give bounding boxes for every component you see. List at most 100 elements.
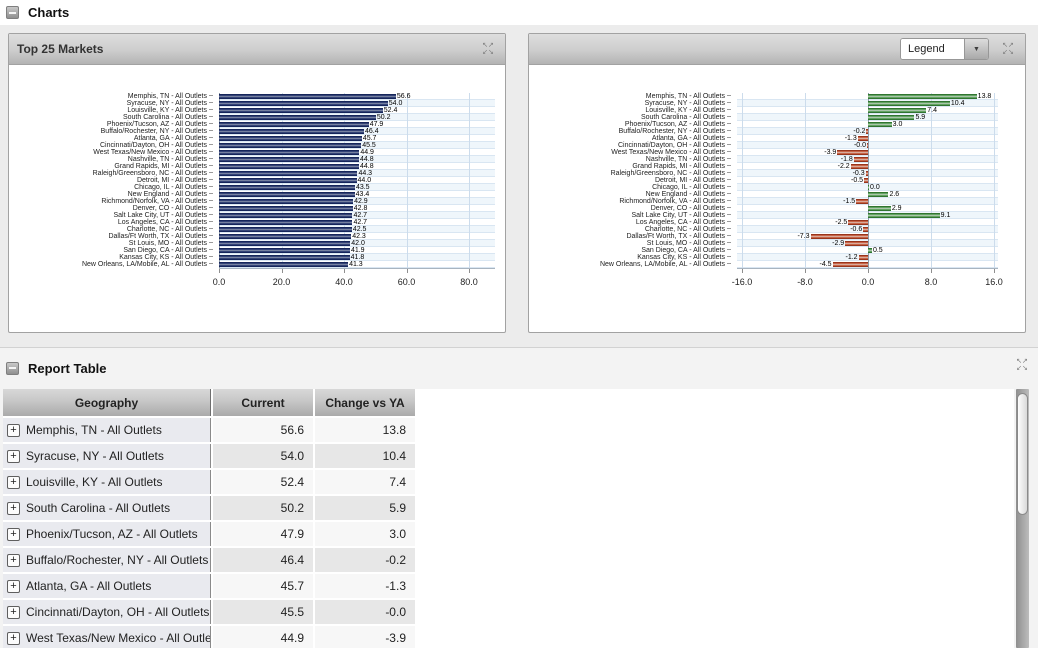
bar-value-label: 43.4 [356, 191, 370, 198]
bar-value-label: -1.8 [841, 156, 853, 163]
maximize-panel-icon[interactable]: ↖↗ ↙↘ [479, 42, 497, 56]
axis-tick [344, 269, 345, 273]
bar [219, 192, 355, 197]
expand-row-button[interactable]: + [7, 528, 20, 541]
geography-cell: + Atlanta, GA - All Outlets [3, 574, 211, 598]
chevron-down-icon: ▼ [973, 46, 980, 53]
axis-tick [868, 269, 869, 273]
geography-cell: +Phoenix/Tucson, AZ - All Outlets [3, 522, 211, 546]
expand-arrows-icon: ↙↘ [1002, 49, 1014, 56]
bar-value-label: 41.8 [351, 254, 365, 261]
bar [219, 234, 351, 239]
bar-value-label: -7.3 [797, 233, 809, 240]
bar [848, 220, 868, 225]
category-label: Phoenix/Tucson, AZ - All Outlets [529, 121, 731, 128]
bar [219, 94, 396, 99]
expand-row-button[interactable]: + [7, 502, 20, 515]
expand-row-button[interactable]: + [7, 606, 20, 619]
collapse-charts-button[interactable] [6, 6, 19, 19]
category-label: Dallas/Ft Worth, TX - All Outlets [9, 233, 213, 240]
category-label: Grand Rapids, MI - All Outlets [529, 163, 731, 170]
bar-value-label: -0.6 [850, 226, 862, 233]
maximize-report-table-icon[interactable]: ↖↗ ↙↘ [1013, 358, 1031, 372]
category-label: New England - All Outlets [529, 191, 731, 198]
bar-value-label: 3.0 [893, 121, 903, 128]
change-vs-ya-bar-chart: Memphis, TN - All OutletsSyracuse, NY - … [529, 65, 1025, 331]
axis-tick [742, 269, 743, 273]
table-row[interactable]: +South Carolina - All Outlets50.25.9 [3, 496, 1014, 520]
table-row[interactable]: +Cincinnati/Dayton, OH - All Outlets45.5… [3, 600, 1014, 624]
table-row[interactable]: +Atlanta, GA - All Outlets45.7-1.3 [3, 574, 1014, 598]
table-row[interactable]: +Memphis, TN - All Outlets56.613.8 [3, 418, 1014, 442]
change-vs-ya-panel-header: Legend ▼ ↖↗ ↙↘ [529, 34, 1025, 65]
bar [219, 178, 357, 183]
bar [867, 143, 868, 148]
expand-row-button[interactable]: + [7, 476, 20, 489]
bar [837, 150, 868, 155]
axis-tick [469, 269, 470, 273]
geography-cell: + Memphis, TN - All Outlets [3, 418, 211, 442]
category-label: Kansas City, KS - All Outlets [9, 254, 213, 261]
geography-label: South Carolina - All Outlets [26, 501, 170, 515]
table-scrollbar[interactable] [1016, 389, 1029, 648]
bar [845, 241, 868, 246]
bar-value-label: 42.5 [353, 226, 367, 233]
geography-label: Atlanta, GA - All Outlets [26, 579, 151, 593]
bar [219, 136, 362, 141]
category-label: Salt Lake City, UT - All Outlets [529, 212, 731, 219]
gridline [994, 93, 995, 268]
expand-row-button[interactable]: + [7, 632, 20, 645]
bar [219, 164, 359, 169]
bar-value-label: 2.6 [889, 191, 899, 198]
bar [219, 241, 350, 246]
bar-value-label: 44.8 [360, 156, 374, 163]
maximize-panel-icon[interactable]: ↖↗ ↙↘ [999, 42, 1017, 56]
bar-value-label: 10.4 [951, 100, 965, 107]
category-label: Buffalo/Rochester, NY - All Outlets [529, 128, 731, 135]
charts-section-title: Charts [28, 5, 69, 20]
category-label: Grand Rapids, MI - All Outlets [9, 163, 213, 170]
collapse-report-table-button[interactable] [6, 362, 19, 375]
expand-row-button[interactable]: + [7, 554, 20, 567]
expand-row-button[interactable]: + [7, 424, 20, 437]
bar [219, 129, 364, 134]
bar-value-label: 41.9 [351, 247, 365, 254]
bar-value-label: -3.9 [824, 149, 836, 156]
bar-value-label: 13.8 [978, 93, 992, 100]
legend-dropdown-button[interactable]: ▼ [964, 39, 988, 59]
current-value-cell: 50.2 [213, 496, 313, 520]
table-row[interactable]: +Syracuse, NY - All Outlets54.010.4 [3, 444, 1014, 468]
top-markets-panel-header: Top 25 Markets ↖↗ ↙↘ [9, 34, 505, 65]
bar [868, 115, 914, 120]
expand-row-button[interactable]: + [7, 450, 20, 463]
geography-label: Memphis, TN - All Outlets [26, 423, 162, 437]
axis-tick-label: 20.0 [273, 277, 291, 287]
category-label: Charlotte, NC - All Outlets [9, 226, 213, 233]
table-row[interactable]: +West Texas/New Mexico - All Outlets44.9… [3, 626, 1014, 648]
column-header-current[interactable]: Current [213, 389, 313, 416]
axis-tick [282, 269, 283, 273]
category-label: Cincinnati/Dayton, OH - All Outlets [9, 142, 213, 149]
bar [868, 185, 869, 190]
axis-tick-label: 8.0 [925, 277, 938, 287]
bar-value-label: 44.9 [360, 149, 374, 156]
current-value-cell: 54.0 [213, 444, 313, 468]
scrollbar-thumb[interactable] [1017, 393, 1028, 515]
table-row[interactable]: +Louisville, KY - All Outlets52.47.4 [3, 470, 1014, 494]
bar [219, 262, 348, 267]
table-row[interactable]: +Phoenix/Tucson, AZ - All Outlets47.93.0 [3, 522, 1014, 546]
current-value-cell: 45.5 [213, 600, 313, 624]
column-header-change-vs-ya[interactable]: Change vs YA [315, 389, 415, 416]
expand-row-button[interactable]: + [7, 580, 20, 593]
legend-dropdown[interactable]: Legend ▼ [900, 38, 989, 60]
bar-value-label: 47.9 [370, 121, 384, 128]
bar-value-label: -2.9 [832, 240, 844, 247]
bar-value-label: -0.2 [853, 128, 865, 135]
bar-value-label: 42.3 [352, 233, 366, 240]
axis-tick-label: 60.0 [398, 277, 416, 287]
category-label: West Texas/New Mexico - All Outlets [529, 149, 731, 156]
column-header-geography[interactable]: Geography [3, 389, 211, 416]
table-row[interactable]: +Buffalo/Rochester, NY - All Outlets46.4… [3, 548, 1014, 572]
current-value-cell: 56.6 [213, 418, 313, 442]
bar-value-label: 56.6 [397, 93, 411, 100]
